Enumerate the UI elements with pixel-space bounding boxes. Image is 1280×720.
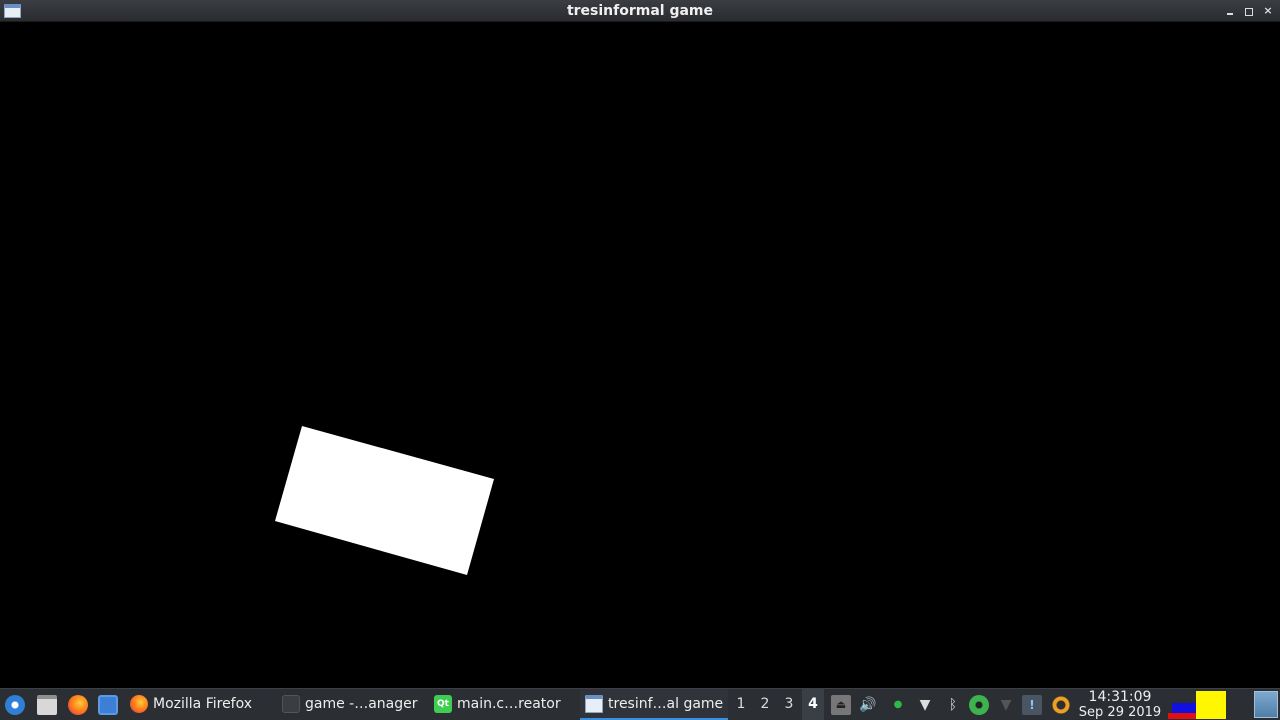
system-monitor-graph[interactable] xyxy=(1168,691,1226,719)
taskbar: Mozilla Firefox game -…anager Qt main.c…… xyxy=(0,688,1280,720)
app-launcher-icon[interactable] xyxy=(5,695,25,715)
show-desktop-launcher-icon[interactable] xyxy=(98,695,118,715)
update-icon[interactable] xyxy=(1051,695,1071,715)
notification-icon[interactable]: ! xyxy=(1022,695,1042,715)
task-game-window[interactable]: tresinf…al game xyxy=(580,689,728,720)
clock[interactable]: 14:31:09 Sep 29 2019 xyxy=(1074,690,1166,720)
clock-date: Sep 29 2019 xyxy=(1078,705,1162,720)
task-label: Mozilla Firefox xyxy=(153,696,253,712)
bluetooth-icon[interactable]: ᛒ xyxy=(943,695,963,715)
task-label: tresinf…al game xyxy=(608,696,724,712)
player-rectangle xyxy=(275,426,494,575)
firefox-icon xyxy=(130,695,148,713)
maximize-button[interactable] xyxy=(1242,4,1256,18)
window-title: tresinformal game xyxy=(566,3,714,19)
task-label: main.c…reator xyxy=(457,696,561,712)
minimize-button[interactable] xyxy=(1224,4,1238,18)
task-file-manager[interactable]: game -…anager xyxy=(282,689,422,720)
show-desktop-button[interactable] xyxy=(1254,691,1278,718)
workspace-1[interactable]: 1 xyxy=(732,696,750,712)
clock-time: 14:31:09 xyxy=(1088,689,1152,705)
task-qt-creator[interactable]: Qt main.c…reator xyxy=(434,689,574,720)
volume-icon[interactable]: 🔊 xyxy=(858,695,878,715)
network-activity-icon[interactable]: ● xyxy=(888,695,908,715)
status-indicator-icon[interactable] xyxy=(969,695,989,715)
workspace-3[interactable]: 3 xyxy=(780,696,798,712)
workspace-2[interactable]: 2 xyxy=(756,696,774,712)
task-label: game -…anager xyxy=(305,696,418,712)
close-button[interactable]: × xyxy=(1261,4,1275,18)
workspace-4[interactable]: 4 xyxy=(802,689,824,720)
window-icon xyxy=(585,695,603,713)
task-firefox[interactable]: Mozilla Firefox xyxy=(130,689,270,720)
game-scene xyxy=(275,426,494,575)
file-manager-launcher-icon[interactable] xyxy=(37,695,57,715)
wifi-icon[interactable]: ▼ xyxy=(915,695,935,715)
folder-icon xyxy=(282,695,300,713)
qt-creator-icon: Qt xyxy=(434,695,452,713)
eject-icon[interactable]: ⏏ xyxy=(831,695,851,715)
window-title-bar[interactable]: tresinformal game × xyxy=(0,0,1280,22)
game-canvas[interactable] xyxy=(2,23,1278,687)
wifi-signal-icon[interactable]: ▼ xyxy=(996,695,1016,715)
firefox-launcher-icon[interactable] xyxy=(68,695,88,715)
